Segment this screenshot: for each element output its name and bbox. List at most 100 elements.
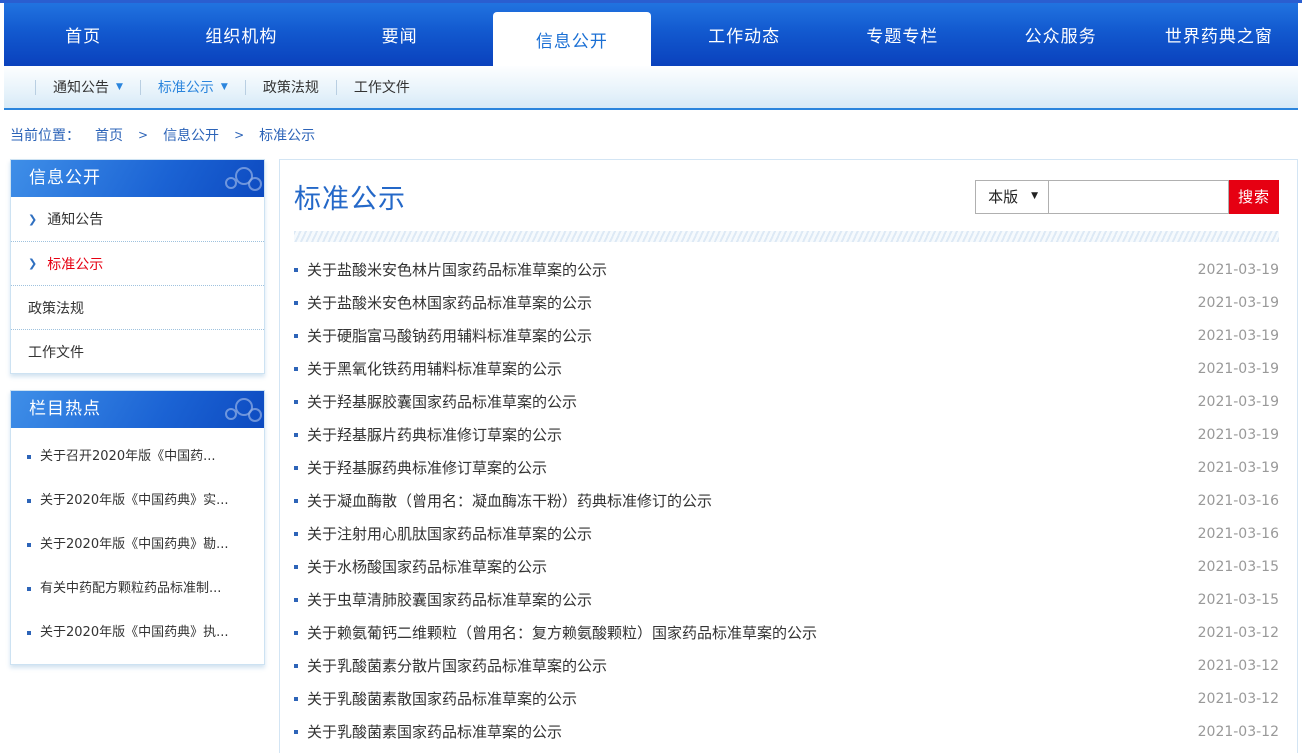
search-bar: 本版 ▼ 搜索 <box>975 180 1279 214</box>
hot-item-4[interactable]: 有关中药配方颗粒药品标准制... <box>11 567 264 611</box>
hot-item-3[interactable]: 关于2020年版《中国药典》勘... <box>11 523 264 567</box>
announcement-date: 2021-03-12 <box>1198 724 1279 740</box>
announcement-title: 关于盐酸米安色林国家药品标准草案的公示 <box>307 292 592 313</box>
cloud-decoration-icon <box>204 395 262 425</box>
hot-item-2[interactable]: 关于2020年版《中国药典》实... <box>11 479 264 523</box>
sidebar-hot-list: 关于召开2020年版《中国药...关于2020年版《中国药典》实...关于202… <box>11 428 264 664</box>
striped-divider <box>294 231 1279 242</box>
announcement-title: 关于乳酸菌素分散片国家药品标准草案的公示 <box>307 655 607 676</box>
bullet-icon <box>27 455 31 459</box>
nav-item-4[interactable]: 信息公开 <box>493 12 651 66</box>
breadcrumb-separator: > <box>234 128 244 142</box>
announcement-title: 关于乳酸菌素散国家药品标准草案的公示 <box>307 688 577 709</box>
sidebar-item-label: 标准公示 <box>47 254 103 274</box>
content-area: 信息公开 ❯通知公告❯标准公示政策法规工作文件 栏目热点 关于召开2020年版《… <box>0 158 1302 753</box>
nav-item-6[interactable]: 专题专栏 <box>823 3 981 66</box>
announcement-date: 2021-03-15 <box>1198 592 1279 608</box>
search-scope-value: 本版 <box>988 186 1018 207</box>
bullet-icon <box>294 301 298 305</box>
announcement-title: 关于盐酸米安色林片国家药品标准草案的公示 <box>307 259 607 280</box>
nav-item-3[interactable]: 要闻 <box>321 3 479 66</box>
breadcrumb-link-3[interactable]: 标准公示 <box>259 125 315 145</box>
sub-nav: 通知公告 ▼ 标准公示 ▼ 政策法规 工作文件 <box>4 66 1298 110</box>
bullet-icon <box>27 587 31 591</box>
announcement-title: 关于凝血酶散（曾用名：凝血酶冻干粉）药典标准修订的公示 <box>307 490 712 511</box>
arrow-right-icon: ❯ <box>28 214 37 225</box>
hot-item-1[interactable]: 关于召开2020年版《中国药... <box>11 435 264 479</box>
list-item[interactable]: 关于羟基脲药典标准修订草案的公示2021-03-19 <box>294 451 1279 484</box>
nav-item-5[interactable]: 工作动态 <box>665 3 823 66</box>
subnav-item-3[interactable]: 政策法规 <box>263 77 319 97</box>
subnav-item-label: 通知公告 <box>53 77 109 97</box>
sidebar-info-list: ❯通知公告❯标准公示政策法规工作文件 <box>11 197 264 373</box>
search-scope-select[interactable]: 本版 ▼ <box>975 180 1049 214</box>
hot-item-label: 关于召开2020年版《中国药... <box>40 444 215 470</box>
announcement-title: 关于黑氧化铁药用辅料标准草案的公示 <box>307 358 562 379</box>
bullet-icon <box>294 664 298 668</box>
announcement-date: 2021-03-12 <box>1198 658 1279 674</box>
chevron-down-icon: ▼ <box>221 83 228 92</box>
list-item[interactable]: 关于盐酸米安色林国家药品标准草案的公示 2021-03-19 <box>294 286 1279 319</box>
bullet-icon <box>294 697 298 701</box>
subnav-separator <box>35 80 36 95</box>
announcement-date: 2021-03-16 <box>1198 493 1279 509</box>
list-item[interactable]: 关于黑氧化铁药用辅料标准草案的公示 2021-03-19 <box>294 352 1279 385</box>
subnav-item-1[interactable]: 通知公告 ▼ <box>53 77 123 97</box>
subnav-item-4[interactable]: 工作文件 <box>354 77 410 97</box>
breadcrumb-link-1[interactable]: 首页 <box>95 125 123 145</box>
list-item[interactable]: 关于盐酸米安色林片国家药品标准草案的公示2021-03-19 <box>294 253 1279 286</box>
list-item[interactable]: 关于硬脂富马酸钠药用辅料标准草案的公示2021-03-19 <box>294 319 1279 352</box>
list-item[interactable]: 关于羟基脲胶囊国家药品标准草案的公示2021-03-19 <box>294 385 1279 418</box>
announcement-title: 关于注射用心肌肽国家药品标准草案的公示 <box>307 523 592 544</box>
list-item[interactable]: 关于羟基脲片药典标准修订草案的公示2021-03-19 <box>294 418 1279 451</box>
list-item[interactable]: 关于赖氨葡钙二维颗粒（曾用名：复方赖氨酸颗粒）国家药品标准草案的公示2021-0… <box>294 616 1279 649</box>
chevron-down-icon: ▼ <box>116 83 123 92</box>
bullet-icon <box>27 543 31 547</box>
sidebar-item-1[interactable]: ❯通知公告 <box>11 197 264 241</box>
list-item[interactable]: 关于凝血酶散（曾用名：凝血酶冻干粉）药典标准修订的公示 2021-03-16 <box>294 484 1279 517</box>
panel-header: 标准公示 本版 ▼ 搜索 <box>294 177 1279 216</box>
announcement-date: 2021-03-19 <box>1198 361 1279 377</box>
search-input[interactable] <box>1049 180 1229 214</box>
nav-item-7[interactable]: 公众服务 <box>982 3 1140 66</box>
main-nav: 首页组织机构要闻信息公开工作动态专题专栏公众服务世界药典之窗 <box>4 3 1298 66</box>
list-item[interactable]: 关于乳酸菌素分散片国家药品标准草案的公示 2021-03-12 <box>294 649 1279 682</box>
list-item[interactable]: 关于乳酸菌素散国家药品标准草案的公示 2021-03-12 <box>294 682 1279 715</box>
breadcrumb-label: 当前位置： <box>10 125 80 145</box>
announcement-title: 关于乳酸菌素国家药品标准草案的公示 <box>307 721 562 742</box>
hot-item-5[interactable]: 关于2020年版《中国药典》执... <box>11 611 264 655</box>
breadcrumb: 当前位置： 首页 > 信息公开 > 标准公示 <box>0 110 1302 158</box>
sidebar-item-4[interactable]: 工作文件 <box>11 329 264 373</box>
announcement-date: 2021-03-15 <box>1198 559 1279 575</box>
announcement-title: 关于水杨酸国家药品标准草案的公示 <box>307 556 547 577</box>
cloud-decoration-icon <box>204 164 262 194</box>
sidebar-section-hot: 栏目热点 关于召开2020年版《中国药... 关于2020年版《中国药典》实...… <box>10 390 265 665</box>
list-item[interactable]: 关于注射用心肌肽国家药品标准草案的公示2021-03-16 <box>294 517 1279 550</box>
subnav-item-label: 政策法规 <box>263 77 319 97</box>
announcement-date: 2021-03-19 <box>1198 427 1279 443</box>
announcement-date: 2021-03-12 <box>1198 625 1279 641</box>
nav-item-1[interactable]: 首页 <box>4 3 162 66</box>
list-item[interactable]: 关于水杨酸国家药品标准草案的公示 2021-03-15 <box>294 550 1279 583</box>
announcement-date: 2021-03-19 <box>1198 460 1279 476</box>
list-item[interactable]: 关于虫草清肺胶囊国家药品标准草案的公示2021-03-15 <box>294 583 1279 616</box>
nav-item-2[interactable]: 组织机构 <box>162 3 320 66</box>
announcement-date: 2021-03-19 <box>1198 328 1279 344</box>
announcement-date: 2021-03-12 <box>1198 691 1279 707</box>
sidebar-item-2[interactable]: ❯标准公示 <box>11 241 264 285</box>
sidebar-item-3[interactable]: 政策法规 <box>11 285 264 329</box>
list-item[interactable]: 关于乳酸菌素国家药品标准草案的公示 2021-03-12 <box>294 715 1279 748</box>
subnav-item-label: 标准公示 <box>158 77 214 97</box>
breadcrumb-link-2[interactable]: 信息公开 <box>163 125 219 145</box>
subnav-separator <box>245 80 246 95</box>
subnav-item-2[interactable]: 标准公示 ▼ <box>158 77 228 97</box>
breadcrumb-separator: > <box>138 128 148 142</box>
search-button[interactable]: 搜索 <box>1229 180 1279 214</box>
announcement-date: 2021-03-19 <box>1198 295 1279 311</box>
nav-item-8[interactable]: 世界药典之窗 <box>1140 3 1298 66</box>
bullet-icon <box>294 730 298 734</box>
bullet-icon <box>294 433 298 437</box>
bullet-icon <box>27 631 31 635</box>
bullet-icon <box>294 466 298 470</box>
sidebar-hot-header: 栏目热点 <box>11 391 264 428</box>
